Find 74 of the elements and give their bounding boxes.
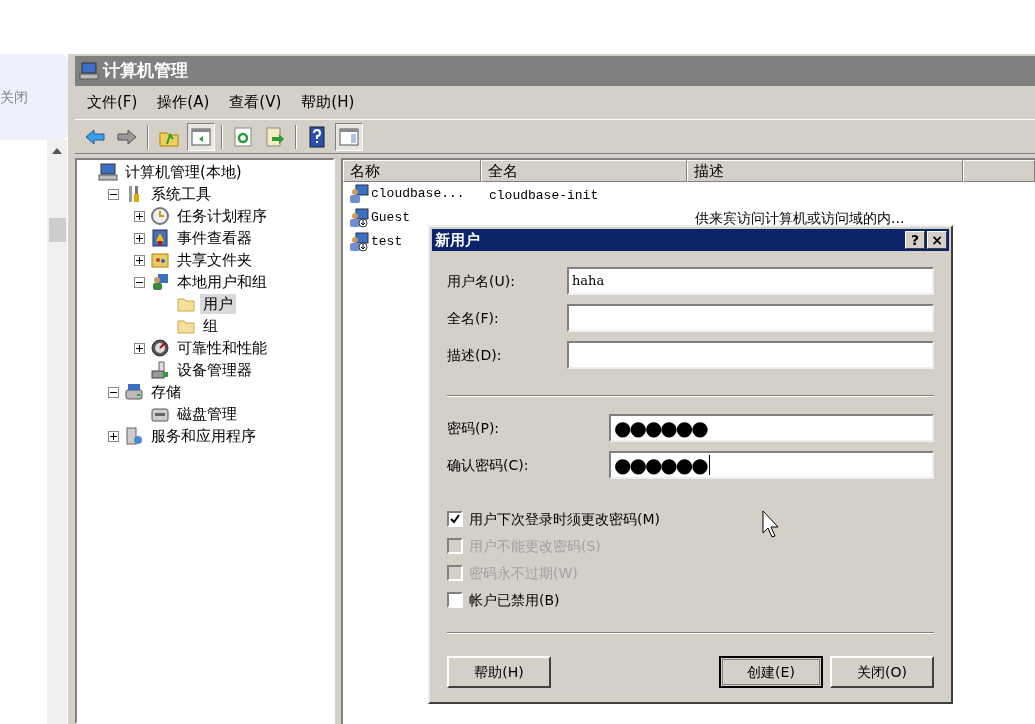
tree-item[interactable]: 事件查看器 [174, 228, 255, 248]
field-label: 密码(P): [447, 418, 501, 438]
collapse-icon[interactable] [134, 276, 145, 288]
scroll-thumb[interactable] [48, 218, 66, 242]
tree-item[interactable]: 共享文件夹 [174, 250, 255, 270]
help-button[interactable]: ? [905, 231, 925, 249]
column-header[interactable]: 全名 [481, 160, 687, 182]
menu-item[interactable]: 查看(V) [229, 91, 282, 114]
computer-icon [79, 61, 99, 81]
field-label: 确认密码(C): [447, 455, 530, 475]
scrollbar[interactable] [47, 140, 67, 724]
tree-item[interactable]: 存储 [148, 382, 184, 402]
dialog-button[interactable]: 帮助(H) [447, 656, 551, 688]
field-label: 描述(D): [447, 345, 503, 365]
tree-item[interactable]: 组 [200, 316, 221, 336]
tree-item[interactable]: 本地用户和组 [174, 272, 270, 292]
users-icon [150, 272, 170, 292]
dialog-button[interactable]: 创建(E) [719, 656, 823, 688]
input-field[interactable] [567, 304, 934, 332]
clock-icon [150, 206, 170, 226]
checkbox-label[interactable]: 帐户已禁用(B) [469, 589, 560, 611]
collapse-icon[interactable] [108, 386, 119, 398]
tree-item[interactable]: 设备管理器 [174, 360, 255, 380]
storage-icon [124, 382, 144, 402]
menu-item[interactable]: 帮助(H) [301, 91, 355, 114]
checkbox[interactable] [447, 511, 463, 527]
tree-item[interactable]: 任务计划程序 [174, 206, 270, 226]
tree-item[interactable]: 系统工具 [148, 184, 214, 204]
device-icon [150, 360, 170, 380]
gauge-icon [150, 338, 170, 358]
field-label: 全名(F): [447, 308, 500, 328]
dialog-button[interactable]: 关闭(O) [830, 656, 934, 688]
tree-item[interactable]: 计算机管理(本地) [122, 162, 245, 182]
window-title: 计算机管理 [103, 59, 188, 83]
expand-icon[interactable] [134, 232, 145, 244]
table-cell[interactable]: Guest [371, 208, 410, 228]
menu-item[interactable]: 文件(F) [87, 91, 138, 114]
checkbox[interactable] [447, 592, 463, 608]
tree-item[interactable]: 用户 [200, 294, 236, 314]
field-label: 用户名(U): [447, 271, 516, 291]
tree-item[interactable]: 可靠性和性能 [174, 338, 270, 358]
mouse-pointer-icon [762, 510, 780, 538]
close-button[interactable]: × [927, 231, 947, 249]
column-header[interactable]: 描述 [687, 160, 963, 182]
shared-folder-icon [150, 250, 170, 270]
tree-pane-icon[interactable] [187, 122, 215, 151]
action-pane-icon[interactable] [335, 122, 363, 151]
table-cell: 供来宾访问计算机或访问域的内... [695, 210, 905, 226]
expand-icon[interactable] [134, 342, 145, 354]
user-icon [349, 184, 369, 204]
tree-item[interactable]: 服务和应用程序 [148, 426, 259, 446]
column-header[interactable]: 名称 [343, 160, 481, 182]
password-field[interactable]: ●●●●●● [609, 451, 934, 479]
scroll-up-icon[interactable] [52, 148, 62, 154]
expand-icon[interactable] [108, 430, 119, 442]
expand-icon[interactable] [134, 210, 145, 222]
table-cell: cloudbase-init [489, 188, 599, 203]
collapse-icon[interactable] [108, 188, 119, 200]
table-cell[interactable]: cloudbase... [371, 184, 465, 204]
checkbox-label[interactable]: 用户下次登录时须更改密码(M) [469, 508, 660, 530]
menu-item[interactable]: 操作(A) [157, 91, 210, 114]
user-download-icon [349, 208, 369, 228]
expand-icon[interactable] [134, 254, 145, 266]
dialog-title: 新用户 [435, 229, 480, 251]
computer-icon [98, 162, 118, 182]
input-field[interactable]: haha [567, 267, 934, 295]
password-field[interactable]: ●●●●●● [609, 414, 934, 442]
tree-item[interactable]: 磁盘管理 [174, 404, 240, 424]
user-download-icon [349, 232, 369, 252]
checkmark-icon [450, 514, 460, 524]
input-field[interactable] [567, 341, 934, 369]
text-caret [708, 455, 710, 475]
log-book-icon [150, 228, 170, 248]
table-cell[interactable]: test [371, 232, 403, 252]
